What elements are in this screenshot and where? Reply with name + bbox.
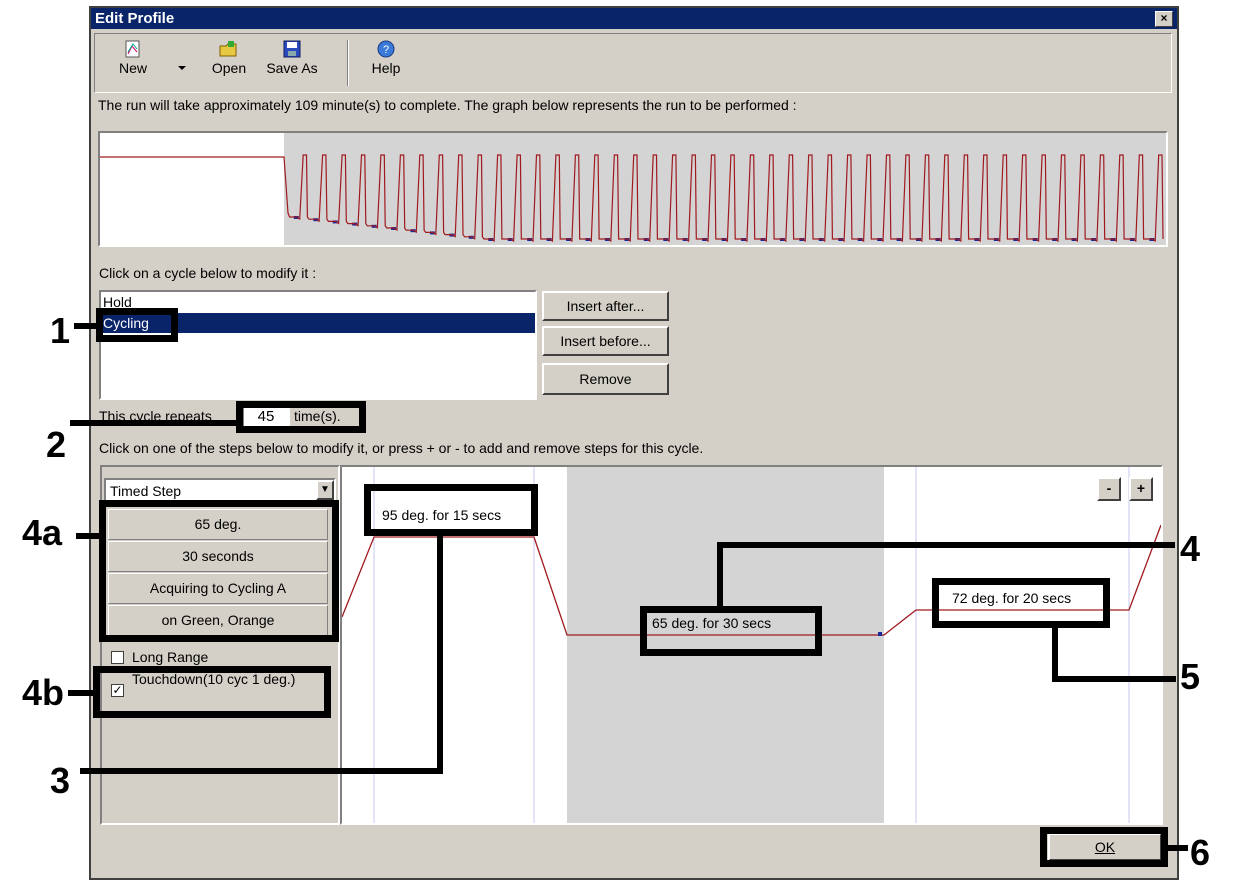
open-button[interactable]: Open bbox=[205, 36, 253, 90]
help-button[interactable]: ? Help bbox=[364, 36, 408, 90]
callout-1: 1 bbox=[50, 310, 71, 351]
help-label: Help bbox=[371, 60, 401, 76]
leader-line-4a bbox=[717, 542, 723, 606]
leader-line-4b bbox=[717, 542, 1175, 548]
save-as-button[interactable]: Save As bbox=[257, 36, 327, 90]
insert-after-button[interactable]: Insert after... bbox=[542, 291, 669, 321]
steps-prompt: Click on one of the steps below to modif… bbox=[99, 440, 704, 456]
highlight-box-1 bbox=[96, 308, 178, 342]
long-range-label: Long Range bbox=[132, 649, 209, 665]
help-icon: ? bbox=[377, 40, 395, 58]
toolbar bbox=[94, 33, 1172, 93]
highlight-box-3 bbox=[364, 484, 538, 536]
remove-button[interactable]: Remove bbox=[542, 363, 669, 395]
close-button[interactable]: × bbox=[1155, 11, 1173, 27]
highlight-box-4b bbox=[93, 666, 331, 718]
highlight-box-2 bbox=[236, 401, 366, 433]
open-folder-icon bbox=[219, 41, 237, 57]
run-summary: The run will take approximately 109 minu… bbox=[98, 97, 797, 113]
callout-4b: 4b bbox=[22, 672, 65, 713]
step-type-select[interactable]: Timed Step ▼ bbox=[104, 478, 336, 502]
new-button[interactable]: New bbox=[108, 36, 158, 90]
callout-5: 5 bbox=[1180, 656, 1201, 697]
title-bar: Edit Profile × bbox=[91, 8, 1177, 29]
leader-line-5a bbox=[1052, 628, 1058, 682]
callout-4a: 4a bbox=[22, 512, 63, 553]
window-title: Edit Profile bbox=[95, 10, 175, 27]
toolbar-separator bbox=[347, 40, 349, 86]
save-disk-icon bbox=[283, 40, 301, 58]
callout-3: 3 bbox=[50, 760, 71, 801]
highlight-box-4a bbox=[99, 500, 339, 642]
leader-line-6 bbox=[1168, 845, 1188, 851]
new-label: New bbox=[118, 60, 147, 76]
long-range-checkbox[interactable] bbox=[111, 651, 124, 664]
callout-4: 4 bbox=[1180, 528, 1201, 569]
highlight-box-4 bbox=[640, 606, 822, 656]
remove-step-button[interactable]: - bbox=[1097, 477, 1121, 501]
step-type-value: Timed Step bbox=[110, 483, 182, 499]
insert-before-button[interactable]: Insert before... bbox=[542, 326, 669, 356]
highlight-box-6 bbox=[1040, 827, 1168, 867]
chevron-down-icon[interactable]: ▼ bbox=[316, 480, 334, 500]
new-dropdown-arrow-icon[interactable] bbox=[178, 66, 186, 70]
highlight-box-5 bbox=[932, 578, 1110, 628]
run-overview-graph bbox=[98, 131, 1168, 247]
overview-trace bbox=[100, 133, 1166, 245]
cycle-list[interactable]: Hold Cycling bbox=[99, 290, 537, 400]
leader-line-5b bbox=[1052, 676, 1176, 682]
new-profile-icon bbox=[125, 40, 140, 58]
callout-2: 2 bbox=[46, 424, 67, 465]
open-label: Open bbox=[211, 60, 247, 76]
save-as-label: Save As bbox=[266, 60, 318, 76]
leader-line-3a bbox=[437, 536, 443, 774]
cycle-prompt: Click on a cycle below to modify it : bbox=[99, 265, 317, 281]
callout-6: 6 bbox=[1190, 832, 1211, 873]
svg-text:?: ? bbox=[383, 44, 389, 56]
leader-line-4b-callout bbox=[68, 690, 94, 696]
close-icon: × bbox=[1160, 11, 1168, 25]
leader-line-2 bbox=[70, 420, 236, 426]
leader-line-4a-callout bbox=[76, 533, 100, 539]
leader-line-1 bbox=[74, 323, 96, 329]
add-step-button[interactable]: + bbox=[1129, 477, 1153, 501]
leader-line-3b bbox=[80, 768, 443, 774]
